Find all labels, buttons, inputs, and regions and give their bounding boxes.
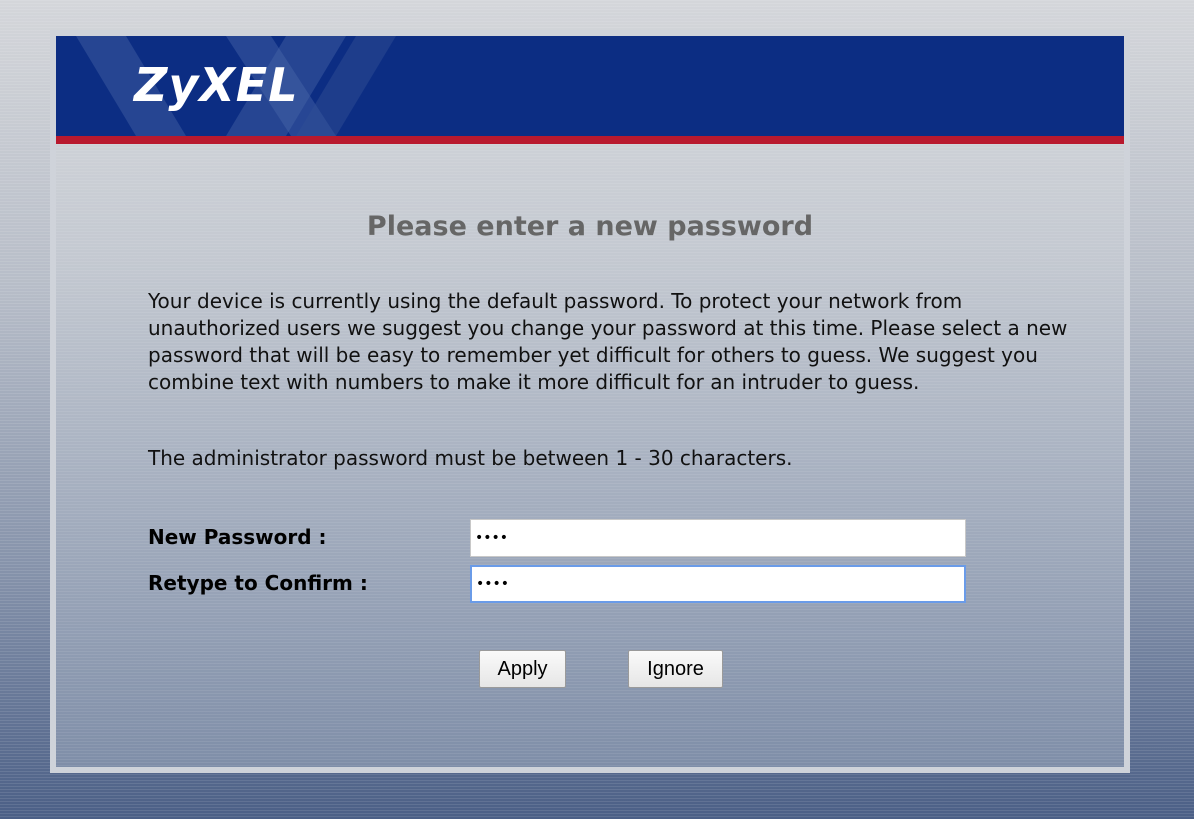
retype-password-label: Retype to Confirm : bbox=[148, 571, 368, 595]
retype-password-input[interactable] bbox=[470, 565, 966, 603]
ignore-button[interactable]: Ignore bbox=[628, 650, 723, 688]
password-rule-text: The administrator password must be betwe… bbox=[148, 446, 793, 470]
page-title: Please enter a new password bbox=[366, 211, 814, 242]
header-stripe bbox=[56, 136, 1124, 144]
new-password-label: New Password : bbox=[148, 525, 327, 549]
new-password-input[interactable] bbox=[470, 519, 966, 557]
header-banner: ZyXEL bbox=[56, 36, 1124, 136]
apply-button[interactable]: Apply bbox=[479, 650, 566, 688]
main-panel: ZyXEL Please enter a new password Your d… bbox=[50, 30, 1130, 773]
zyxel-logo: ZyXEL bbox=[134, 58, 299, 112]
intro-text: Your device is currently using the defau… bbox=[148, 289, 1068, 394]
